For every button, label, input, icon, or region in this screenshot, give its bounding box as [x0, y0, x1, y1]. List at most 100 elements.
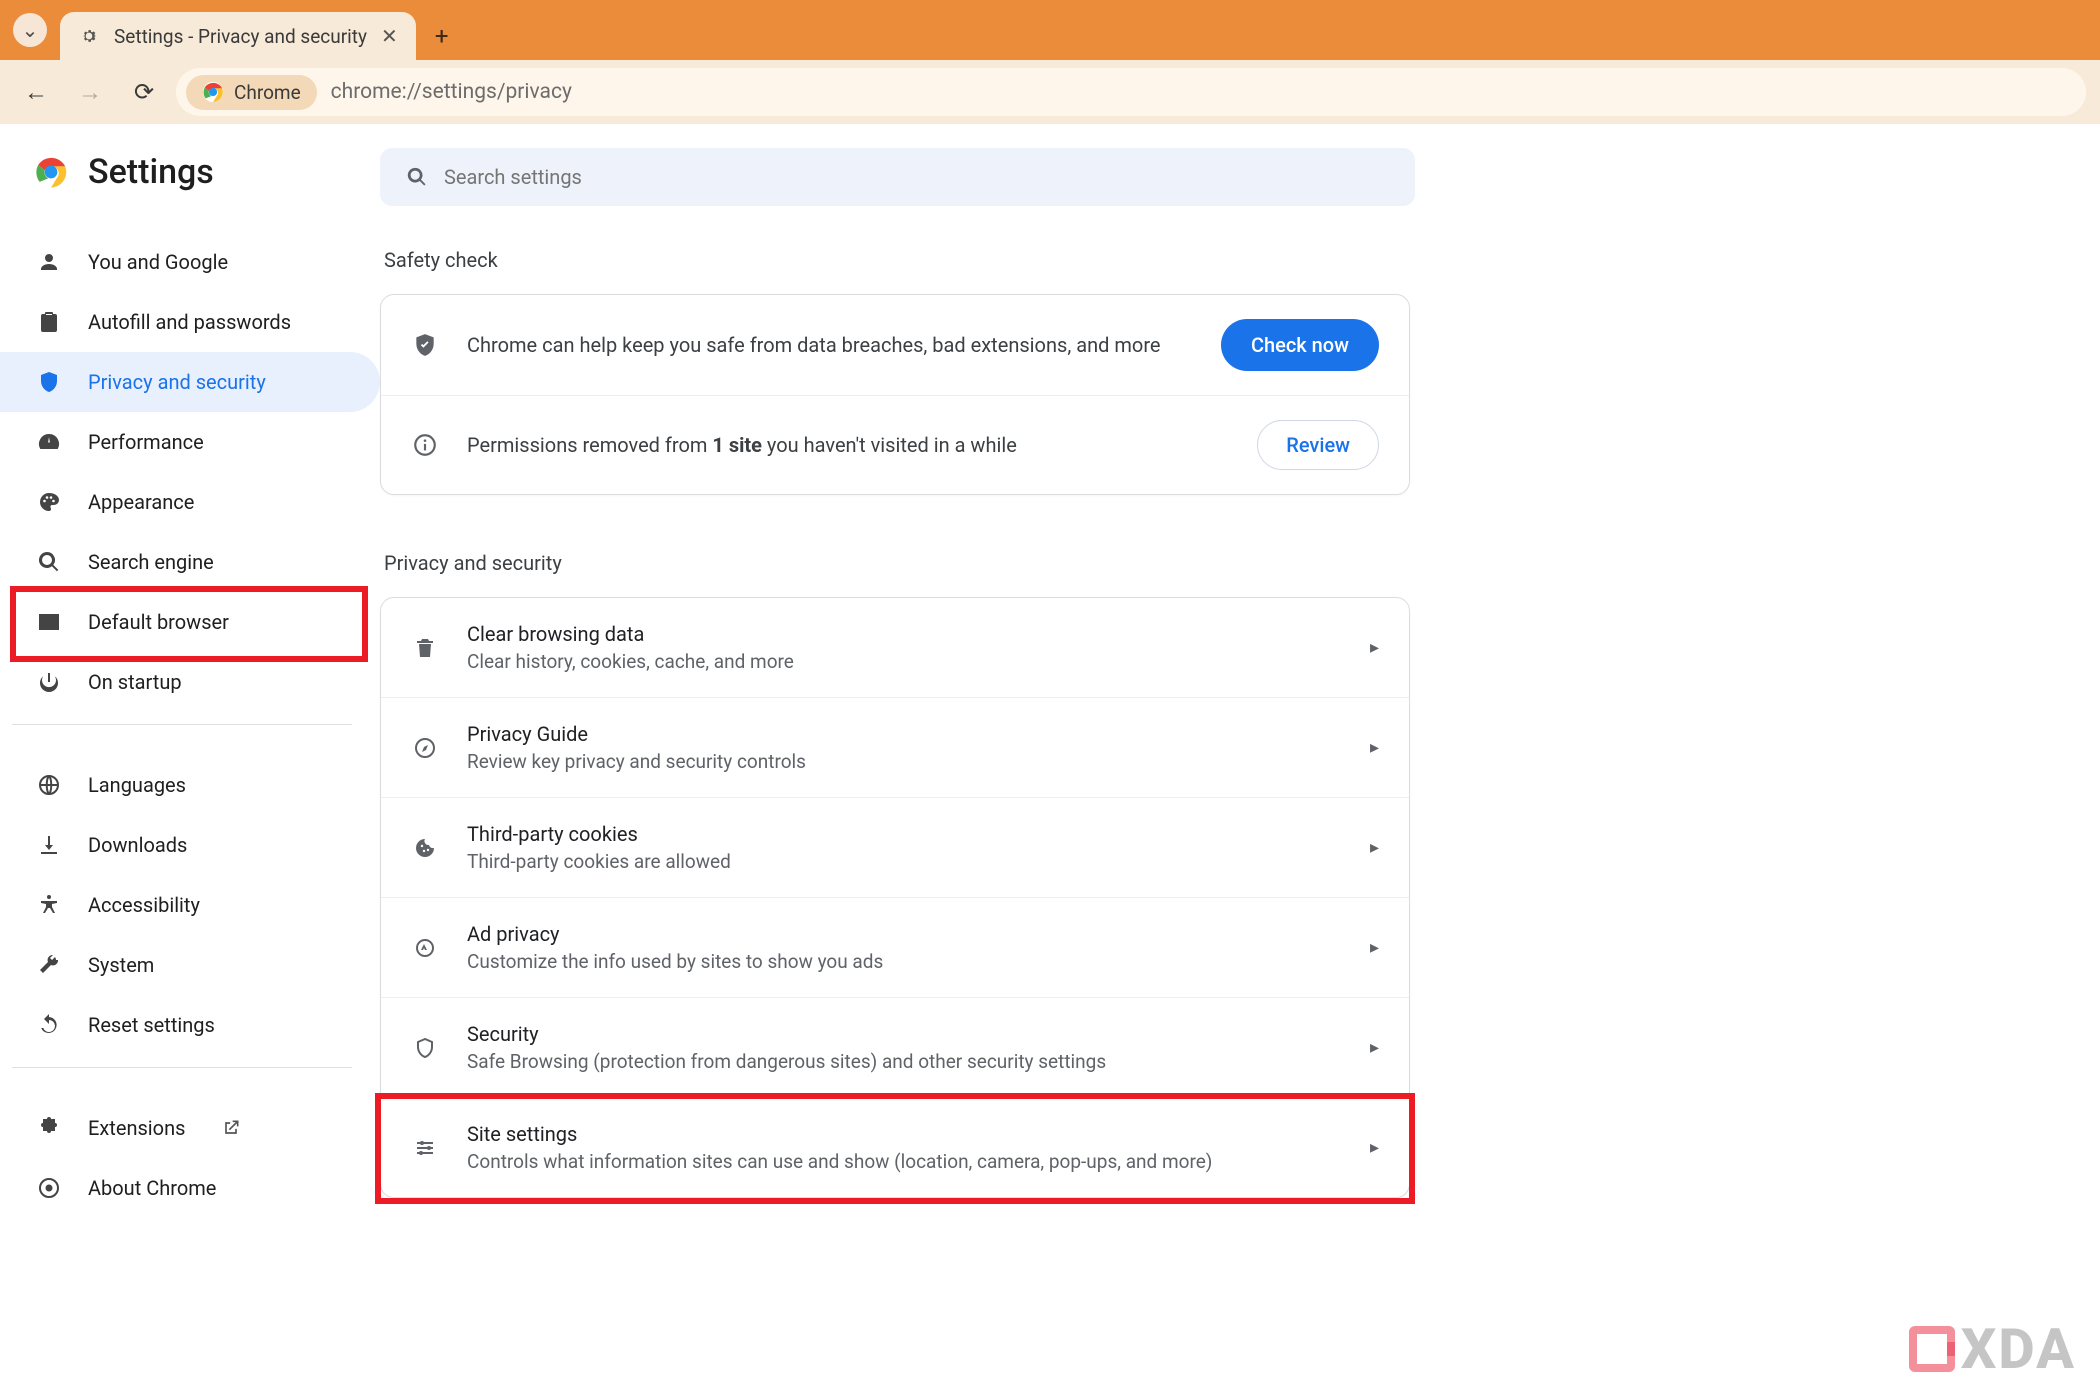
ads-icon — [411, 934, 439, 962]
row-subtitle: Customize the info used by sites to show… — [467, 950, 1342, 973]
row-subtitle: Safe Browsing (protection from dangerous… — [467, 1050, 1342, 1073]
cookie-icon — [411, 834, 439, 862]
sidebar-item-label: Default browser — [88, 610, 229, 634]
chevron-right-icon: ▸ — [1370, 1037, 1379, 1058]
omnibox[interactable]: Chrome chrome://settings/privacy — [176, 68, 2086, 116]
download-icon — [36, 832, 62, 858]
review-button[interactable]: Review — [1257, 420, 1379, 470]
reload-button[interactable]: ⟳ — [122, 70, 166, 114]
globe-icon — [36, 772, 62, 798]
sidebar-item-label: Autofill and passwords — [88, 310, 291, 334]
compass-icon — [411, 734, 439, 762]
sidebar-item-label: Downloads — [88, 833, 187, 857]
accessibility-icon — [36, 892, 62, 918]
chevron-right-icon: ▸ — [1370, 737, 1379, 758]
settings-brand: Settings — [0, 152, 380, 214]
sidebar-item-autofill-and-passwords[interactable]: Autofill and passwords — [0, 292, 380, 352]
sidebar-item-label: Privacy and security — [88, 370, 266, 394]
sidebar-item-label: About Chrome — [88, 1176, 216, 1200]
shield2-icon — [411, 1034, 439, 1062]
close-tab-icon[interactable]: ✕ — [381, 24, 398, 48]
toolbar: ← → ⟳ Chrome chrome://settings/privacy — [0, 60, 2100, 124]
window-menu-button[interactable]: ⌄ — [0, 0, 60, 60]
watermark: XDA — [1909, 1316, 2076, 1382]
privacy-row-clear-browsing-data[interactable]: Clear browsing data Clear history, cookie… — [381, 598, 1409, 697]
trash-icon — [411, 634, 439, 662]
sidebar-item-label: Appearance — [88, 490, 194, 514]
privacy-security-heading: Privacy and security — [384, 551, 2020, 575]
row-title: Site settings — [467, 1122, 1342, 1146]
row-subtitle: Controls what information sites can use … — [467, 1150, 1342, 1173]
verified-shield-icon — [411, 331, 439, 359]
palette-icon — [36, 489, 62, 515]
sidebar-item-languages[interactable]: Languages — [0, 755, 380, 815]
row-title: Ad privacy — [467, 922, 1342, 946]
sidebar-item-accessibility[interactable]: Accessibility — [0, 875, 380, 935]
sidebar-item-system[interactable]: System — [0, 935, 380, 995]
info-icon — [411, 431, 439, 459]
check-now-button[interactable]: Check now — [1221, 319, 1379, 371]
search-settings[interactable] — [380, 148, 1415, 206]
shield-icon — [36, 369, 62, 395]
sidebar-item-label: Performance — [88, 430, 204, 454]
new-tab-button[interactable]: + — [422, 16, 462, 56]
restore-icon — [36, 1012, 62, 1038]
chevron-right-icon: ▸ — [1370, 637, 1379, 658]
speed-icon — [36, 429, 62, 455]
back-button[interactable]: ← — [14, 70, 58, 114]
privacy-row-security[interactable]: Security Safe Browsing (protection from d… — [381, 997, 1409, 1097]
sidebar-item-appearance[interactable]: Appearance — [0, 472, 380, 532]
sidebar-item-search-engine[interactable]: Search engine — [0, 532, 380, 592]
sidebar-item-reset-settings[interactable]: Reset settings — [0, 995, 380, 1055]
sidebar-item-about-chrome[interactable]: About Chrome — [0, 1158, 380, 1218]
privacy-row-privacy-guide[interactable]: Privacy GuideReview key privacy and secu… — [381, 697, 1409, 797]
chevron-right-icon: ▸ — [1370, 937, 1379, 958]
sidebar-item-label: Extensions — [88, 1116, 185, 1140]
chevron-right-icon: ▸ — [1370, 837, 1379, 858]
site-chip[interactable]: Chrome — [186, 75, 317, 110]
external-link-icon — [221, 1118, 241, 1138]
titlebar: ⌄ Settings - Privacy and security ✕ + — [0, 0, 2100, 60]
safety-check-text: Chrome can help keep you safe from data … — [467, 333, 1193, 357]
site-chip-label: Chrome — [234, 81, 301, 104]
sidebar: Settings You and Google Autofill and pass… — [0, 124, 380, 1400]
search-icon — [406, 166, 428, 188]
sidebar-item-privacy-and-security[interactable]: Privacy and security — [0, 352, 380, 412]
power-icon — [36, 669, 62, 695]
row-subtitle: Clear history, cookies, cache, and more — [467, 650, 1342, 673]
row-title: Privacy Guide — [467, 722, 1342, 746]
row-title: Third-party cookies — [467, 822, 1342, 846]
sidebar-item-on-startup[interactable]: On startup — [0, 652, 380, 712]
wrench-icon — [36, 952, 62, 978]
sidebar-item-default-browser[interactable]: Default browser — [0, 592, 380, 652]
sidebar-item-performance[interactable]: Performance — [0, 412, 380, 472]
sidebar-item-label: You and Google — [88, 250, 228, 274]
chrome-icon — [36, 1175, 62, 1201]
chevron-right-icon: ▸ — [1370, 1137, 1379, 1158]
url-text: chrome://settings/privacy — [331, 80, 572, 104]
search-input[interactable] — [444, 165, 1389, 189]
main-content: Safety check Chrome can help keep you sa… — [380, 124, 2100, 1400]
privacy-security-card: Clear browsing data Clear history, cookie… — [380, 597, 1410, 1198]
permissions-removed-text: Permissions removed from 1 site you have… — [467, 433, 1229, 457]
safety-check-card: Chrome can help keep you safe from data … — [380, 294, 1410, 495]
privacy-row-ad-privacy[interactable]: Ad privacy Customize the info used by sit… — [381, 897, 1409, 997]
privacy-row-site-settings[interactable]: Site settings Controls what information s… — [381, 1097, 1409, 1197]
sidebar-item-you-and-google[interactable]: You and Google — [0, 232, 380, 292]
sidebar-item-extensions[interactable]: Extensions — [0, 1098, 380, 1158]
sidebar-item-downloads[interactable]: Downloads — [0, 815, 380, 875]
browser-tab[interactable]: Settings - Privacy and security ✕ — [60, 12, 416, 60]
safety-check-row: Chrome can help keep you safe from data … — [381, 295, 1409, 395]
page-title: Settings — [88, 152, 214, 192]
permissions-removed-row: Permissions removed from 1 site you have… — [381, 395, 1409, 494]
row-title: Security — [467, 1022, 1342, 1046]
tab-title: Settings - Privacy and security — [114, 25, 367, 48]
sidebar-item-label: On startup — [88, 670, 182, 694]
row-title: Clear browsing data — [467, 622, 1342, 646]
sidebar-item-label: Accessibility — [88, 893, 200, 917]
row-subtitle: Third-party cookies are allowed — [467, 850, 1342, 873]
forward-button[interactable]: → — [68, 70, 112, 114]
search-icon — [36, 549, 62, 575]
privacy-row-third-party-cookies[interactable]: Third-party cookies Third-party cookies a… — [381, 797, 1409, 897]
safety-check-heading: Safety check — [384, 248, 2020, 272]
